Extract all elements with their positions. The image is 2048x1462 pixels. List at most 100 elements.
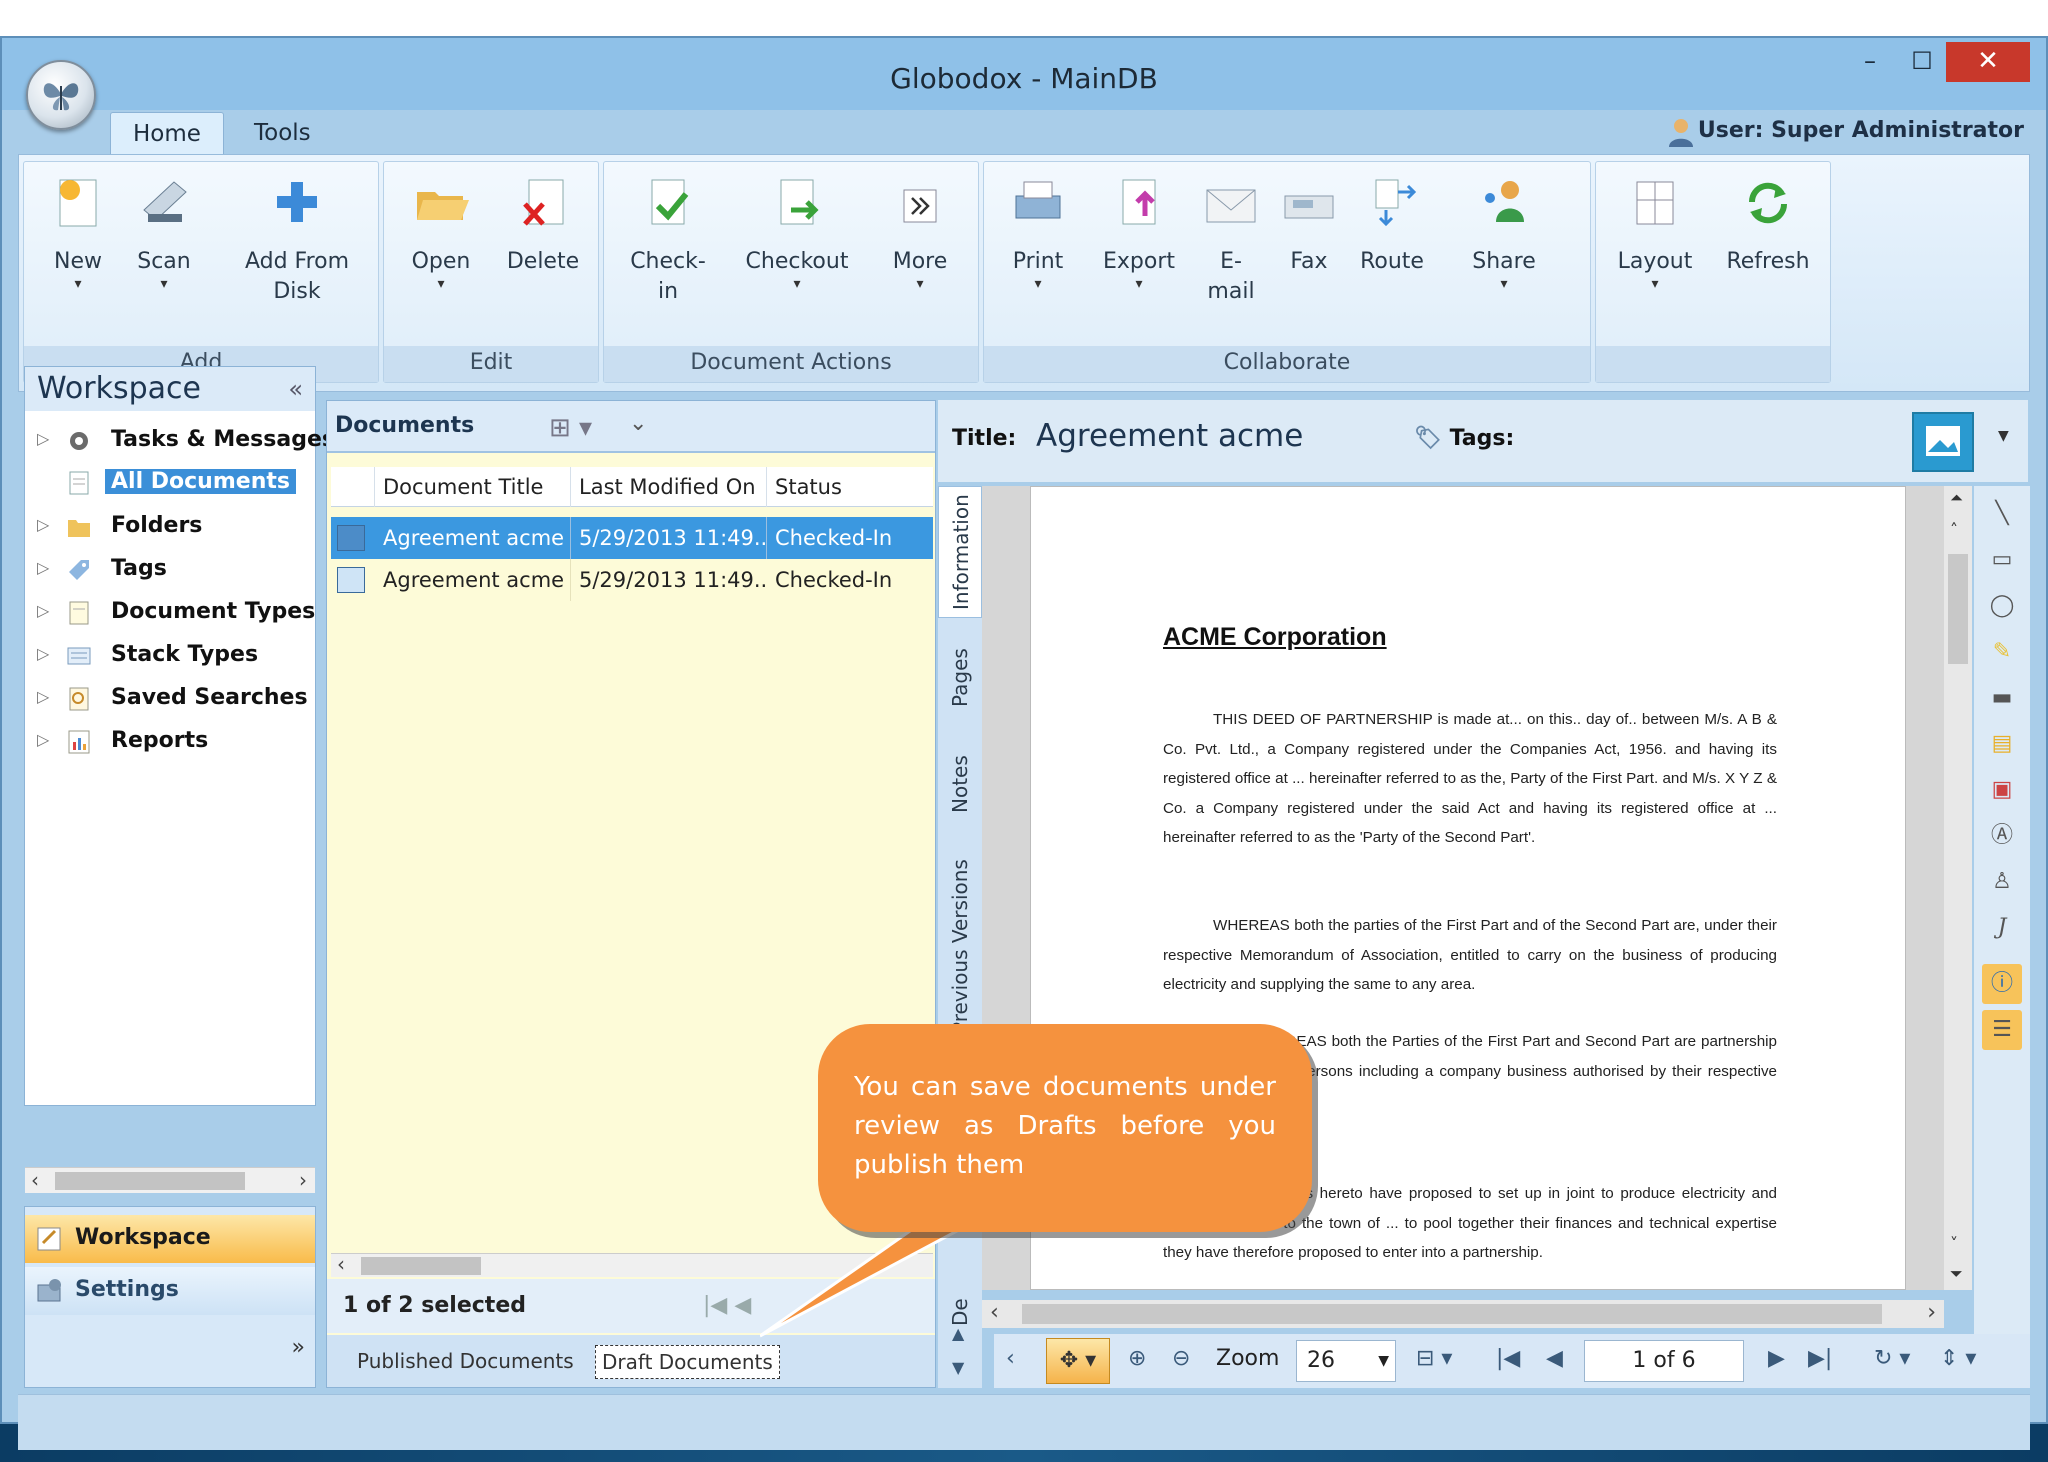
scroll-left-icon[interactable]: ‹ xyxy=(1006,1346,1015,1371)
thumbnail-dropdown-icon[interactable]: ▼ xyxy=(1998,428,2009,444)
page-nav-icon[interactable]: |◀ ◀ xyxy=(703,1293,751,1318)
redact-tool-icon[interactable]: ▬ xyxy=(1988,684,2016,712)
tree-item-tags[interactable]: ▷ Tags xyxy=(25,550,315,590)
ellipse-tool-icon[interactable]: ◯ xyxy=(1988,592,2016,620)
export-button[interactable]: Export ▾ xyxy=(1094,170,1184,291)
scroll-bottom-icon[interactable]: ⏷ xyxy=(1950,1264,1963,1284)
nav-overflow-button[interactable]: » xyxy=(292,1335,305,1360)
tree-item-reports[interactable]: ▷ Reports xyxy=(25,722,315,762)
open-button[interactable]: Open ▾ xyxy=(396,170,486,291)
scroll-top-icon[interactable]: ⏶ xyxy=(1950,488,1963,508)
page-indicator[interactable]: 1 of 6 xyxy=(1584,1340,1744,1382)
scroll-right-icon[interactable]: › xyxy=(299,1168,307,1192)
close-button[interactable]: ✕ xyxy=(1946,42,2030,82)
line-tool-icon[interactable]: ╲ xyxy=(1988,500,2016,528)
zoom-in-icon[interactable]: ⊕ xyxy=(1128,1346,1146,1371)
tree-item-tasks-messages[interactable]: ▷ Tasks & Messages xyxy=(25,421,335,461)
previous-page-icon[interactable]: ◀ xyxy=(1546,1346,1563,1371)
notes-panel-icon[interactable]: ☰ xyxy=(1982,1010,2022,1050)
layout-button[interactable]: Layout ▾ xyxy=(1610,170,1700,291)
tab-draft-documents[interactable]: Draft Documents xyxy=(595,1345,780,1379)
tree-item-folders[interactable]: ▷ Folders xyxy=(25,507,315,547)
expand-down-icon[interactable]: ⌄ xyxy=(629,411,647,436)
nav-workspace-button[interactable]: Workspace xyxy=(25,1215,315,1263)
tree-item-saved-searches[interactable]: ▷ Saved Searches xyxy=(25,679,315,719)
flip-icon[interactable]: ⇕ ▾ xyxy=(1940,1346,1976,1371)
highlighter-tool-icon[interactable]: ✎ xyxy=(1988,638,2016,666)
column-header-status[interactable]: Status xyxy=(767,467,933,507)
expand-arrow-icon[interactable]: ▷ xyxy=(37,601,49,620)
tree-item-document-types[interactable]: ▷ Document Types xyxy=(25,593,315,633)
rotate-icon[interactable]: ↻ ▾ xyxy=(1874,1346,1910,1371)
share-button[interactable]: Share ▾ xyxy=(1464,170,1544,291)
expand-arrow-icon[interactable]: ▷ xyxy=(37,515,49,534)
new-button[interactable]: New ▾ xyxy=(38,170,118,291)
expand-arrow-icon[interactable]: ▷ xyxy=(37,644,49,663)
check-in-button[interactable]: Check- in xyxy=(618,170,718,307)
tab-published-documents[interactable]: Published Documents xyxy=(351,1345,580,1377)
tab-information[interactable]: Information xyxy=(938,486,982,618)
info-icon[interactable]: ⓘ xyxy=(1982,964,2022,1004)
expand-arrow-icon[interactable]: ▷ xyxy=(37,558,49,577)
table-row[interactable]: Agreement acme 5/29/2013 11:49... Checke… xyxy=(331,559,933,601)
last-page-icon[interactable]: ▶| xyxy=(1808,1346,1832,1371)
more-button[interactable]: More ▾ xyxy=(880,170,960,291)
next-page-icon[interactable]: ▶ xyxy=(1768,1346,1785,1371)
column-header-last-modified[interactable]: Last Modified On xyxy=(571,467,767,507)
tree-item-all-documents[interactable]: All Documents xyxy=(25,463,315,503)
stamp-tool-icon[interactable]: ▣ xyxy=(1988,776,2016,804)
signature-stamp-icon[interactable]: ♙ xyxy=(1988,868,2016,896)
expand-arrow-icon[interactable]: ▷ xyxy=(37,687,49,706)
email-button[interactable]: E- mail xyxy=(1196,170,1266,307)
scroll-thumb[interactable] xyxy=(1948,554,1968,664)
checkout-button[interactable]: Checkout ▾ xyxy=(732,170,862,291)
scroll-down-icon[interactable]: ˅ xyxy=(1950,1234,1958,1253)
zoom-out-icon[interactable]: ⊖ xyxy=(1172,1346,1190,1371)
scroll-left-icon[interactable]: ‹ xyxy=(337,1252,345,1276)
fit-page-icon[interactable]: ⊟ ▾ xyxy=(1416,1346,1452,1371)
sticky-note-icon[interactable]: ▤ xyxy=(1988,730,2016,758)
tags-label[interactable]: 🏷 Tags: xyxy=(1414,426,1514,451)
scroll-left-icon[interactable]: ‹ xyxy=(31,1168,39,1192)
thumbnail-view-button[interactable] xyxy=(1912,412,1974,472)
text-tool-icon[interactable]: Ⓐ xyxy=(1988,822,2016,850)
expand-arrow-icon[interactable]: ▷ xyxy=(37,730,49,749)
scroll-up-icon[interactable]: ˄ xyxy=(1950,520,1958,539)
zoom-select[interactable]: 26 ▼ xyxy=(1296,1340,1396,1382)
viewer-vscrollbar[interactable]: ⏶ ˄ ˅ ⏷ xyxy=(1944,486,1972,1290)
scroll-right-icon[interactable]: › xyxy=(1927,1300,1936,1325)
first-page-icon[interactable]: |◀ xyxy=(1496,1346,1520,1371)
table-row[interactable]: Agreement acme 5/29/2013 11:49... Checke… xyxy=(331,517,933,559)
add-from-disk-button[interactable]: Add From Disk xyxy=(232,170,362,307)
pan-tool-button[interactable]: ✥ ▾ xyxy=(1046,1338,1110,1384)
rectangle-tool-icon[interactable]: ▭ xyxy=(1988,546,2016,574)
refresh-button[interactable]: Refresh xyxy=(1718,170,1818,277)
column-header-document-title[interactable]: Document Title xyxy=(375,467,571,507)
app-menu-button[interactable] xyxy=(26,60,96,130)
tab-notes[interactable]: Notes xyxy=(938,734,982,834)
scan-button[interactable]: Scan ▾ xyxy=(124,170,204,291)
scroll-thumb[interactable] xyxy=(55,1172,245,1190)
tree-item-stack-types[interactable]: ▷ Stack Types xyxy=(25,636,315,676)
nav-settings-button[interactable]: Settings xyxy=(25,1267,315,1315)
handwriting-tool-icon[interactable]: J xyxy=(1988,914,2016,942)
expand-arrow-icon[interactable]: ▷ xyxy=(37,429,49,448)
fax-button[interactable]: Fax xyxy=(1274,170,1344,277)
delete-button[interactable]: Delete xyxy=(498,170,588,277)
maximize-button[interactable]: ☐ xyxy=(1896,42,1948,82)
route-button[interactable]: Route xyxy=(1354,170,1430,277)
tab-home[interactable]: Home xyxy=(110,112,224,154)
print-button[interactable]: Print ▾ xyxy=(998,170,1078,291)
scroll-down-icon[interactable]: ▼ xyxy=(952,1358,964,1377)
scroll-left-icon[interactable]: ‹ xyxy=(990,1300,999,1325)
tab-pages[interactable]: Pages xyxy=(938,630,982,726)
viewer-hscrollbar[interactable]: ‹ › xyxy=(982,1300,1944,1328)
workspace-hscrollbar[interactable]: ‹ › xyxy=(25,1167,315,1193)
collapse-panel-button[interactable]: « xyxy=(288,375,303,403)
minimize-button[interactable]: – xyxy=(1844,42,1896,82)
tab-previous-versions[interactable]: Previous Versions xyxy=(938,842,982,1052)
scroll-thumb[interactable] xyxy=(361,1257,481,1275)
view-mode-icon[interactable]: ⊞ ▾ xyxy=(549,413,592,443)
tab-tools[interactable]: Tools xyxy=(232,112,333,154)
scroll-thumb[interactable] xyxy=(1022,1304,1882,1324)
